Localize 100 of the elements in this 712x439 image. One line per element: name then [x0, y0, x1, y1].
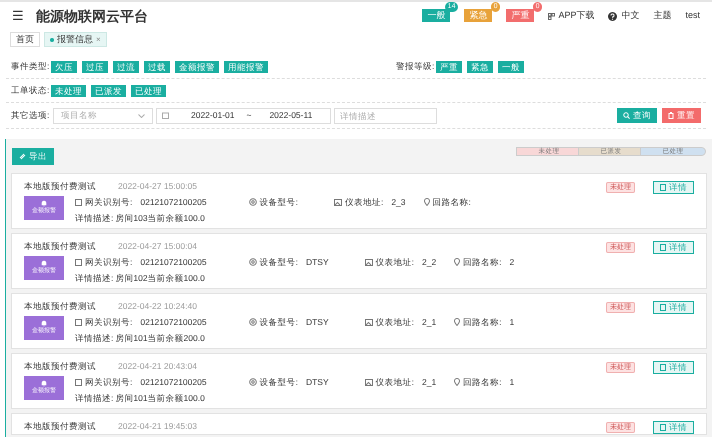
alarm-level-button[interactable]: 一般: [422, 9, 450, 22]
field-value: 1: [510, 376, 514, 389]
filter-chip[interactable]: 金额报警: [175, 60, 219, 72]
document-icon: [660, 304, 666, 311]
description-text: 房间102当前余额100.0: [115, 272, 205, 284]
field-label: 网关识别号:: [85, 256, 132, 269]
filter-chip[interactable]: 未处理: [51, 84, 86, 96]
page-tab[interactable]: 首页: [10, 32, 40, 47]
field-value: DTSY: [306, 376, 329, 389]
search-button[interactable]: 查询: [617, 108, 657, 123]
filter-chip[interactable]: 过流: [113, 60, 139, 72]
alarm-level-button[interactable]: 严重: [506, 9, 534, 22]
field-label: 仪表地址:: [344, 196, 384, 209]
record-title: 本地版预付费测试: [24, 300, 96, 313]
detail-button[interactable]: 详情: [653, 301, 694, 314]
location-pin-icon: [454, 318, 460, 326]
alarm-level-button[interactable]: 紧急: [464, 9, 492, 22]
image-icon: [334, 198, 342, 206]
device-icon: [248, 258, 257, 266]
record-title: 本地版预付费测试: [24, 240, 96, 253]
filter-chip[interactable]: 紧急: [467, 60, 493, 72]
bell-icon: [41, 320, 47, 327]
filter-chip[interactable]: 过载: [144, 60, 170, 72]
field-value: 2_2: [422, 256, 436, 269]
field-label: 网关识别号:: [85, 316, 132, 329]
device-icon: [248, 378, 257, 386]
trash-icon: [668, 112, 674, 119]
filter-chip[interactable]: 过压: [82, 60, 108, 72]
record-title: 本地版预付费测试: [24, 180, 96, 193]
export-button[interactable]: 导出: [12, 148, 54, 164]
record-title: 本地版预付费测试: [24, 360, 96, 373]
record-time: 2022-04-27 15:00:05: [118, 180, 197, 193]
field-label: 仪表地址:: [376, 376, 414, 389]
page-tab[interactable]: 报警信息 ×: [44, 32, 107, 47]
detail-button[interactable]: 详情: [653, 241, 694, 254]
filter-chip[interactable]: 严重: [436, 60, 462, 72]
search-icon: [623, 112, 630, 119]
field-value: 1: [510, 316, 514, 329]
description-label: 详情描述:: [75, 332, 114, 344]
detail-button[interactable]: 详情: [653, 421, 694, 434]
filter-chip[interactable]: 欠压: [51, 60, 77, 72]
field-value: 02121072100205: [140, 256, 207, 269]
app-title: 能源物联网云平台: [36, 6, 148, 26]
image-icon: [364, 378, 373, 386]
device-icon: [248, 318, 257, 326]
bell-icon: [41, 380, 47, 387]
field-value: 02121072100205: [140, 376, 207, 389]
field-label: 回路名称:: [463, 256, 502, 269]
filter-label: 事件类型:: [11, 60, 50, 73]
document-icon: [660, 184, 666, 191]
document-icon: [660, 244, 666, 251]
field-value: 2: [510, 256, 514, 269]
bell-icon: [41, 260, 47, 267]
filter-label: 其它选项:: [11, 109, 50, 122]
qr-code-icon: [548, 12, 556, 20]
help-icon[interactable]: [608, 12, 618, 20]
header-link[interactable]: test: [685, 9, 700, 23]
field-label: 回路名称:: [463, 376, 502, 389]
project-select[interactable]: 项目名称: [53, 108, 153, 124]
filter-label: 警报等级:: [396, 60, 436, 73]
field-label: 设备型号:: [260, 316, 298, 329]
filter-chip[interactable]: 用能报警: [224, 60, 268, 72]
language-link[interactable]: 中文: [621, 9, 640, 23]
bell-icon: [41, 200, 47, 207]
filter-chip[interactable]: 一般: [498, 60, 524, 72]
date-range-field[interactable]: 2022-01-01 ~ 2022-05-11: [156, 108, 331, 124]
detail-button[interactable]: 详情: [653, 361, 694, 374]
filter-chip[interactable]: 已派发: [91, 84, 126, 96]
location-pin-icon: [424, 198, 430, 206]
location-pin-icon: [454, 258, 460, 266]
field-label: 仪表地址:: [376, 256, 414, 269]
filter-label: 工单状态:: [11, 84, 50, 97]
field-value: 2_1: [422, 316, 436, 329]
field-label: 回路名称:: [432, 196, 471, 209]
field-label: 网关识别号:: [85, 376, 132, 389]
field-value: DTSY: [306, 256, 329, 269]
chevron-down-icon: [138, 114, 145, 118]
reset-button[interactable]: 重置: [662, 108, 701, 123]
description-label: 详情描述:: [75, 272, 114, 284]
description-text: 房间103当前余额100.0: [115, 212, 205, 224]
detail-button[interactable]: 详情: [653, 181, 694, 194]
description-text: 房间101当前余额200.0: [115, 332, 205, 344]
detail-search-field[interactable]: 详情描述: [334, 108, 437, 124]
field-label: 设备型号:: [260, 376, 298, 389]
field-label: 网关识别号:: [85, 196, 132, 209]
device-icon: [248, 198, 257, 206]
description-label: 详情描述:: [75, 392, 114, 404]
document-icon: [660, 424, 666, 431]
close-icon[interactable]: ×: [96, 34, 101, 46]
app-download-link[interactable]: APP下载: [558, 9, 594, 23]
field-value: 2_3: [391, 196, 406, 209]
field-label: 设备型号:: [260, 256, 298, 269]
field-label: 回路名称:: [463, 316, 502, 329]
location-pin-icon: [454, 378, 460, 386]
field-value: 2_1: [422, 376, 436, 389]
description-label: 详情描述:: [75, 212, 114, 224]
field-label: 设备型号:: [260, 196, 298, 209]
header-link[interactable]: 主题: [653, 9, 672, 23]
filter-chip[interactable]: 已处理: [131, 84, 166, 96]
menu-icon[interactable]: ☰: [12, 6, 24, 26]
